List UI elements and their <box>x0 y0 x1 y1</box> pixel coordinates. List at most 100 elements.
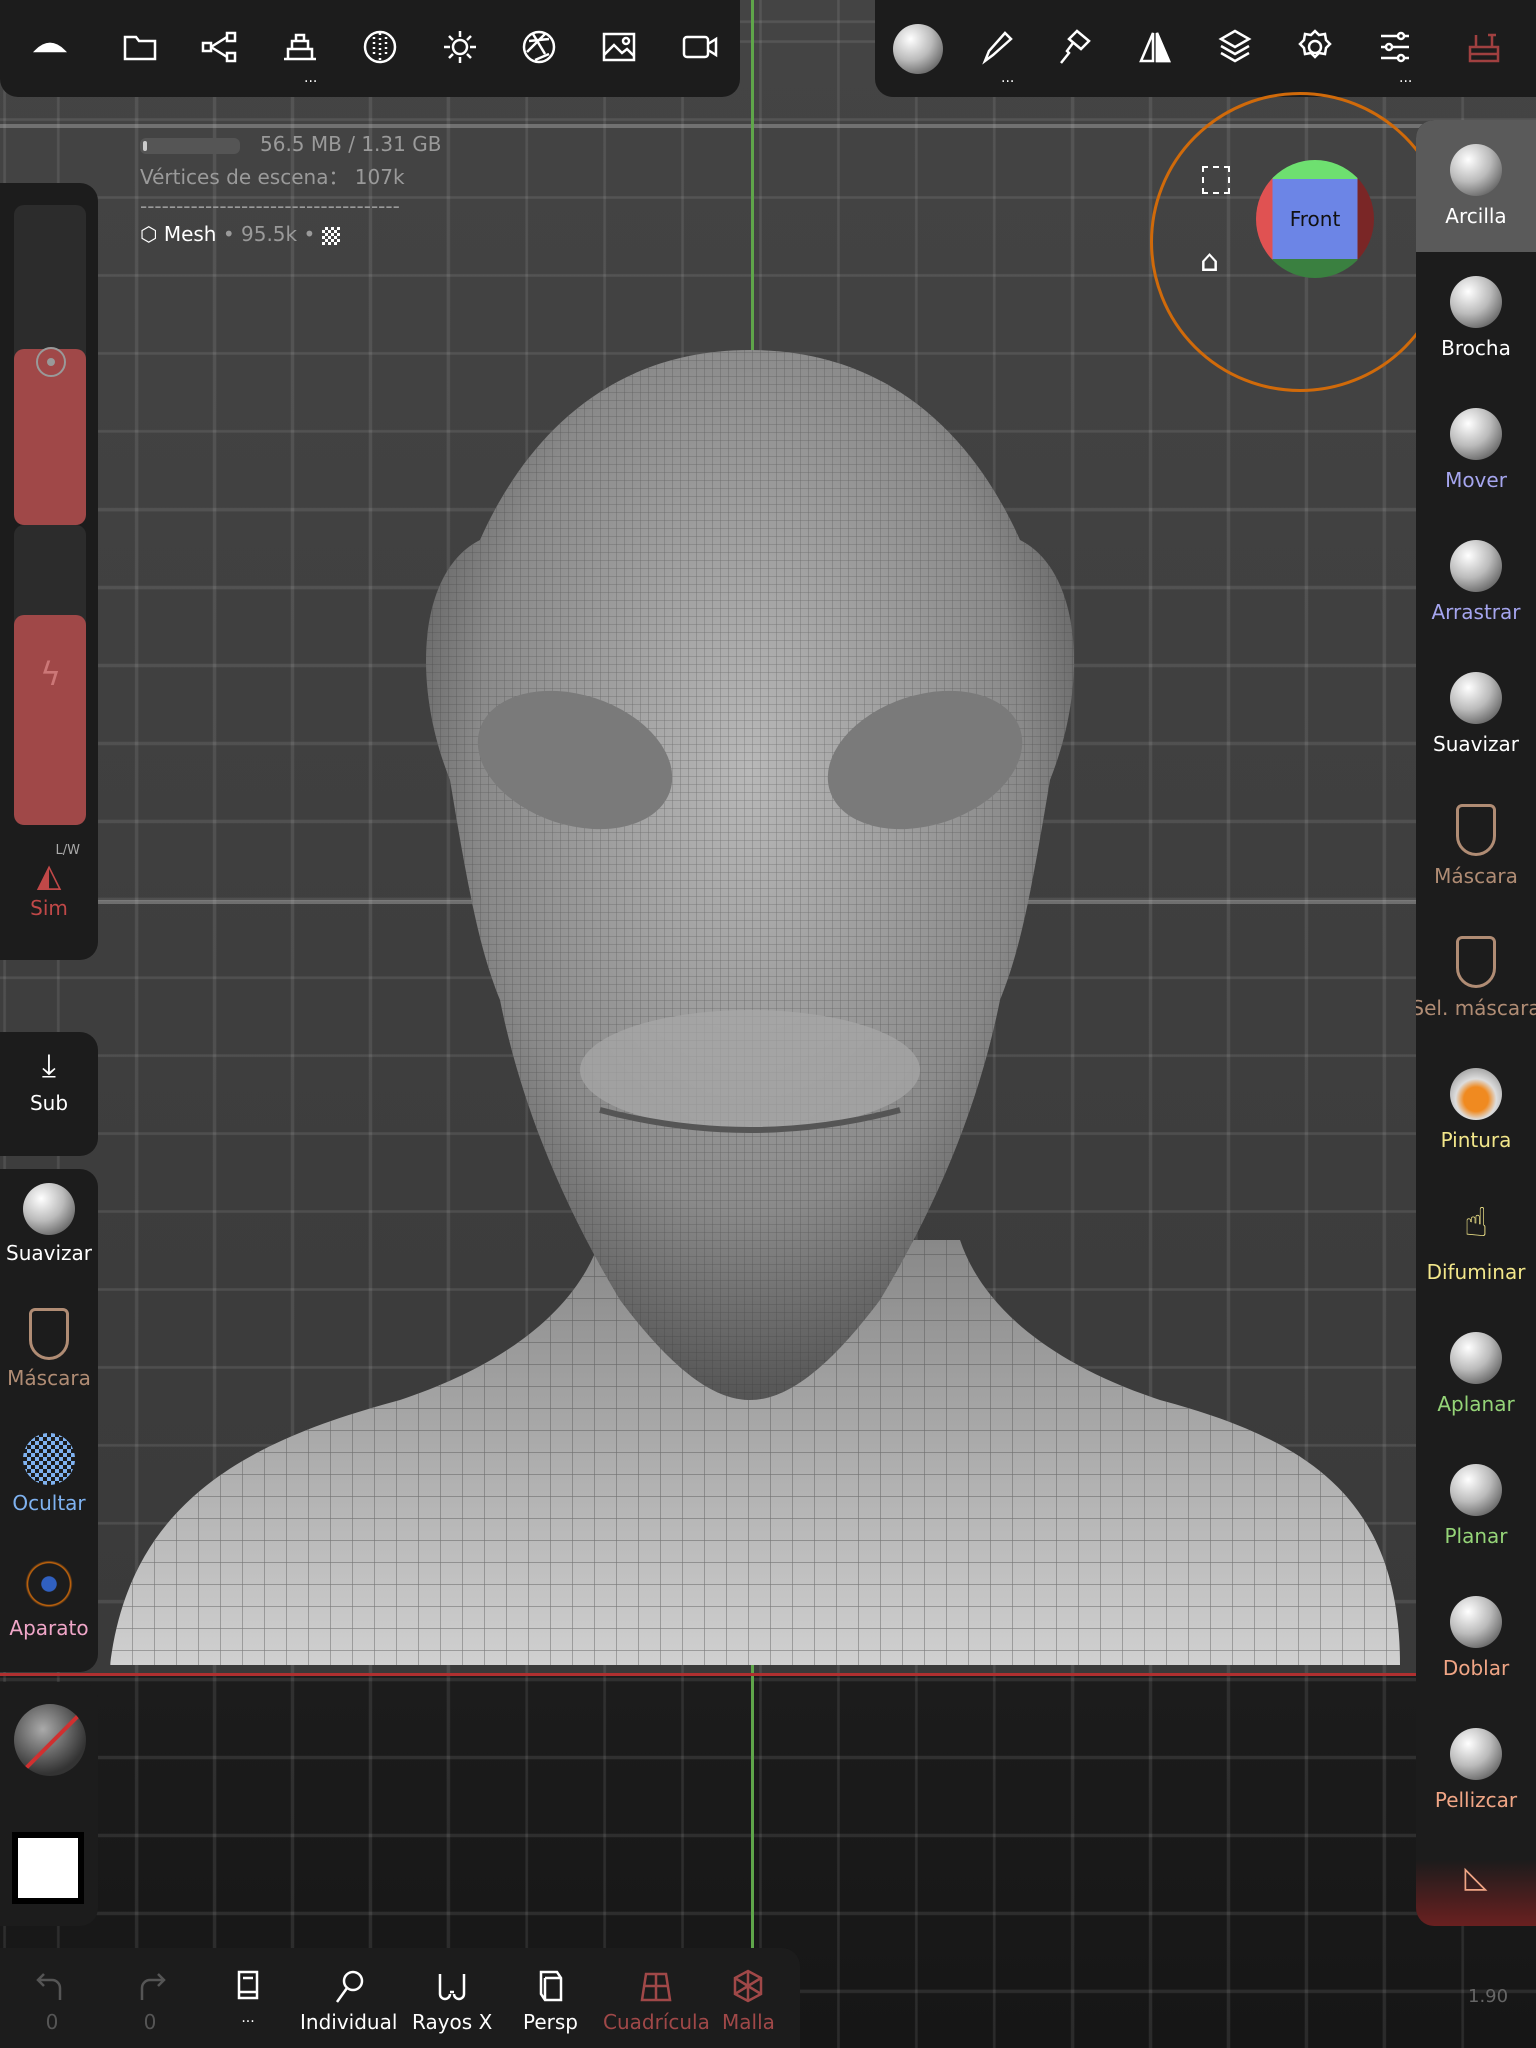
radius-slider[interactable] <box>14 205 86 525</box>
symmetry-toggle[interactable]: L/W ◭ Sim <box>0 843 98 920</box>
tool-icon <box>23 1558 75 1610</box>
brush-icon <box>1450 1464 1502 1516</box>
symmetry-icon[interactable] <box>1130 22 1180 72</box>
primitives-more: ... <box>304 70 318 86</box>
radius-dot-icon <box>36 347 66 377</box>
settings-gear-icon[interactable] <box>1290 22 1340 72</box>
wireframe-label: Malla <box>722 2010 775 2034</box>
left-tool-suavizar[interactable]: Suavizar <box>0 1169 98 1294</box>
scene-graph-icon[interactable] <box>194 22 244 72</box>
tool-label: Máscara <box>7 1366 91 1390</box>
view-cube[interactable]: Front <box>1256 160 1374 278</box>
scene-icon[interactable] <box>25 22 75 72</box>
toolbox-icon[interactable] <box>1459 22 1509 72</box>
tool-icon <box>23 1183 75 1235</box>
tool-label: Suavizar <box>6 1241 92 1265</box>
wireframe-toggle-button[interactable]: Malla <box>722 1968 775 2034</box>
tool-arcilla[interactable]: Arcilla <box>1416 120 1536 252</box>
color-swatch[interactable] <box>12 1832 84 1904</box>
brush-icon <box>1450 1728 1502 1780</box>
tool-label: Arrastrar <box>1431 600 1521 624</box>
tool-icon <box>29 1308 69 1360</box>
tool-label: Pintura <box>1440 1128 1512 1152</box>
right-panel-bottom-icon[interactable]: ◺ <box>1416 1860 1536 1926</box>
intensity-slider[interactable]: ϟ <box>14 525 86 825</box>
tool-label: Pellizcar <box>1434 1788 1518 1812</box>
tool-aplanar[interactable]: Aplanar <box>1416 1308 1536 1440</box>
mesh-vertex-count: • 95.5k • <box>222 222 316 246</box>
material-sphere-icon[interactable] <box>355 22 405 72</box>
mesh-entry[interactable]: ⬡ Mesh • 95.5k • <box>140 218 441 251</box>
mesh-icon: ⬡ <box>140 222 158 246</box>
frame-icon[interactable] <box>1202 166 1230 194</box>
tool-planar[interactable]: Planar <box>1416 1440 1536 1572</box>
tool-label: Aparato <box>9 1616 89 1640</box>
brush-icon <box>1456 804 1496 856</box>
menu-dots: ... <box>241 2010 255 2026</box>
left-tool-aparato[interactable]: Aparato <box>0 1544 98 1669</box>
brush-icon <box>1450 1068 1502 1120</box>
tool-difuminar[interactable]: ☝ Difuminar <box>1416 1176 1536 1308</box>
image-icon[interactable] <box>594 22 644 72</box>
tool-pintura[interactable]: Pintura <box>1416 1044 1536 1176</box>
matcap-sphere-icon[interactable] <box>14 1704 86 1776</box>
lightning-icon: ϟ <box>40 655 62 693</box>
brush-icon <box>1456 936 1496 988</box>
folder-icon[interactable] <box>115 22 165 72</box>
layers-icon[interactable] <box>1210 22 1260 72</box>
brush-icon <box>1450 144 1502 196</box>
tool-label: Planar <box>1444 1524 1508 1548</box>
tool-m-scara[interactable]: Máscara <box>1416 780 1536 912</box>
material-panel <box>0 1682 98 1926</box>
tool-label: Difuminar <box>1426 1260 1526 1284</box>
tool-doblar[interactable]: Doblar <box>1416 1572 1536 1704</box>
video-icon[interactable] <box>675 22 725 72</box>
tool-sel-m-scara[interactable]: Sel. máscara <box>1416 912 1536 1044</box>
right-tool-panel: Arcilla Brocha Mover Arrastrar Suavizar Másca… <box>1416 120 1536 1926</box>
brush-preview-icon[interactable] <box>893 24 943 74</box>
arrow-down-icon: ⤓ <box>41 1046 57 1084</box>
persp-label: Persp <box>523 2010 578 2034</box>
top-right-toolbar: ... ... <box>875 0 1536 97</box>
camera-aperture-icon[interactable] <box>514 22 564 72</box>
brush-icon <box>1450 1596 1502 1648</box>
tool-pellizcar[interactable]: Pellizcar <box>1416 1704 1536 1836</box>
tool-label: Brocha <box>1441 336 1511 360</box>
memory-usage: 56.5 MB / 1.31 GB <box>260 132 442 156</box>
top-left-toolbar: ... <box>0 0 740 97</box>
tool-label: Aplanar <box>1437 1392 1515 1416</box>
left-tool-ocultar[interactable]: Ocultar <box>0 1419 98 1544</box>
tool-suavizar[interactable]: Suavizar <box>1416 648 1536 780</box>
tool-brocha[interactable]: Brocha <box>1416 252 1536 384</box>
brush-icon <box>1450 276 1502 328</box>
grid-toggle-button[interactable]: Cuadrícula <box>603 1968 710 2034</box>
brush-icon <box>1450 540 1502 592</box>
tool-arrastrar[interactable]: Arrastrar <box>1416 516 1536 648</box>
scene-vertices: Vértices de escena： 107k <box>140 165 405 189</box>
redo-count: 0 <box>143 2010 157 2034</box>
sliders-icon[interactable] <box>1370 22 1420 72</box>
tool-label: Suavizar <box>1433 732 1519 756</box>
separator: ------------------------------------ <box>140 194 400 218</box>
undo-count: 0 <box>45 2010 59 2034</box>
perspective-button[interactable]: Persp <box>523 1968 578 2034</box>
brush-icon <box>1450 672 1502 724</box>
brush-icon <box>1450 1332 1502 1384</box>
xray-button[interactable]: Rayos X <box>412 1968 492 2034</box>
left-tool-m-scara[interactable]: Máscara <box>0 1294 98 1419</box>
tool-label: Mover <box>1445 468 1507 492</box>
paint-roller-icon[interactable] <box>1050 22 1100 72</box>
home-icon[interactable]: ⌂ <box>1200 244 1219 279</box>
undo-button[interactable]: 0 <box>34 1968 70 2034</box>
primitives-icon[interactable] <box>275 22 325 72</box>
paint-brush-icon[interactable] <box>972 22 1022 72</box>
scene-menu-button[interactable]: ... <box>230 1968 266 2026</box>
redo-button[interactable]: 0 <box>132 1968 168 2034</box>
tool-mover[interactable]: Mover <box>1416 384 1536 516</box>
light-icon[interactable] <box>435 22 485 72</box>
tool-label: Arcilla <box>1445 204 1507 228</box>
individual-button[interactable]: Individual <box>300 1968 397 2034</box>
subdivide-button[interactable]: ⤓ Sub <box>0 1032 98 1156</box>
left-slider-panel: ϟ L/W ◭ Sim <box>0 183 98 960</box>
tool-label: Ocultar <box>12 1491 86 1515</box>
